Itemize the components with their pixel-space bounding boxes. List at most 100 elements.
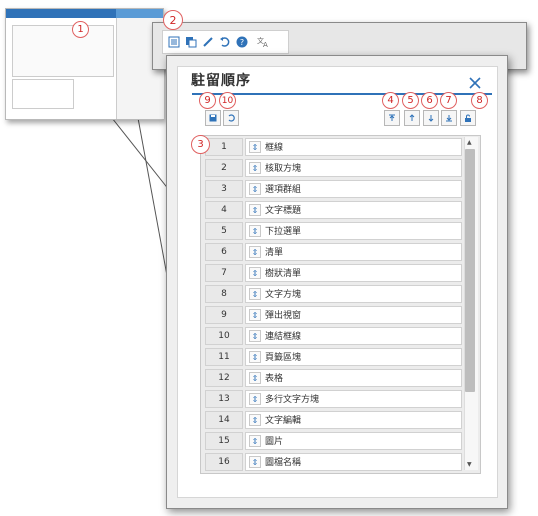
row-number: 7 xyxy=(205,264,243,282)
row-number: 14 xyxy=(205,411,243,429)
list-item[interactable]: 2 ⇕ 核取方塊 xyxy=(203,159,462,177)
row-number: 5 xyxy=(205,222,243,240)
mini-form xyxy=(12,25,114,77)
callout-badge-1: 1 xyxy=(72,21,89,38)
mini-table xyxy=(12,79,74,109)
list-item[interactable]: 3 ⇕ 選項群組 xyxy=(203,180,462,198)
drag-handle-icon[interactable]: ⇕ xyxy=(249,414,261,426)
row-number: 3 xyxy=(205,180,243,198)
row-number: 6 xyxy=(205,243,243,261)
row-label: 文字編輯 xyxy=(265,416,302,426)
drag-handle-icon[interactable]: ⇕ xyxy=(249,309,261,321)
row-label: 樹狀清單 xyxy=(265,269,302,279)
copy-order-icon[interactable] xyxy=(183,34,198,50)
drag-handle-icon[interactable]: ⇕ xyxy=(249,141,261,153)
list-item[interactable]: 15 ⇕ 圖片 xyxy=(203,432,462,450)
row-number: 15 xyxy=(205,432,243,450)
drag-handle-icon[interactable]: ⇕ xyxy=(249,162,261,174)
drag-handle-icon[interactable]: ⇕ xyxy=(249,288,261,300)
list-item[interactable]: 7 ⇕ 樹狀清單 xyxy=(203,264,462,282)
row-number: 1 xyxy=(205,138,243,156)
move-bottom-button[interactable] xyxy=(441,110,457,126)
row-label: 清單 xyxy=(265,248,284,258)
drag-handle-icon[interactable]: ⇕ xyxy=(249,183,261,195)
row-label: 框線 xyxy=(265,143,284,153)
row-number: 2 xyxy=(205,159,243,177)
row-label: 頁籤區塊 xyxy=(265,353,302,363)
callout-badge-4: 4 xyxy=(382,92,399,109)
toolbar: ? 文A xyxy=(162,30,289,54)
row-label: 連結框線 xyxy=(265,332,302,342)
close-icon[interactable] xyxy=(466,74,484,92)
move-down-button[interactable] xyxy=(423,110,439,126)
callout-badge-8: 8 xyxy=(471,92,488,109)
mini-toolbar-bar xyxy=(116,9,163,18)
lock-button[interactable] xyxy=(460,110,476,126)
row-label: 彈出視窗 xyxy=(265,311,302,321)
list-item[interactable]: 13 ⇕ 多行文字方塊 xyxy=(203,390,462,408)
order-list: 1 ⇕ 框線 2 ⇕ 核取方塊 3 ⇕ 選項群組 4 ⇕ 文字標題 5 ⇕ 下拉選單 6 ⇕ 清單 7 ⇕… xyxy=(200,135,481,474)
drag-handle-icon[interactable]: ⇕ xyxy=(249,330,261,342)
list-item[interactable]: 5 ⇕ 下拉選單 xyxy=(203,222,462,240)
row-label: 多行文字方塊 xyxy=(265,395,320,405)
help-icon[interactable]: ? xyxy=(234,34,249,50)
drag-handle-icon[interactable]: ⇕ xyxy=(249,456,261,468)
rotate-icon[interactable] xyxy=(217,34,232,50)
list-item[interactable]: 11 ⇕ 頁籤區塊 xyxy=(203,348,462,366)
order-list-icon[interactable] xyxy=(166,34,181,50)
mini-title-bar xyxy=(6,9,116,18)
drag-handle-icon[interactable]: ⇕ xyxy=(249,435,261,447)
list-item[interactable]: 9 ⇕ 彈出視窗 xyxy=(203,306,462,324)
row-number: 12 xyxy=(205,369,243,387)
row-label: 選項群組 xyxy=(265,185,302,195)
list-item[interactable]: 10 ⇕ 連結框線 xyxy=(203,327,462,345)
callout-badge-3: 3 xyxy=(191,135,210,154)
drag-handle-icon[interactable]: ⇕ xyxy=(249,267,261,279)
row-number: 10 xyxy=(205,327,243,345)
row-label: 圖片 xyxy=(265,437,284,447)
scrollbar-thumb[interactable] xyxy=(465,149,475,392)
row-label: 文字方塊 xyxy=(265,290,302,300)
list-item[interactable]: 12 ⇕ 表格 xyxy=(203,369,462,387)
list-item[interactable]: 6 ⇕ 清單 xyxy=(203,243,462,261)
list-item[interactable]: 14 ⇕ 文字編輯 xyxy=(203,411,462,429)
drag-handle-icon[interactable]: ⇕ xyxy=(249,393,261,405)
save-button[interactable] xyxy=(205,110,221,126)
list-item[interactable]: 4 ⇕ 文字標題 xyxy=(203,201,462,219)
callout-badge-9: 9 xyxy=(199,92,216,109)
svg-text:A: A xyxy=(263,41,268,48)
list-item[interactable]: 8 ⇕ 文字方塊 xyxy=(203,285,462,303)
drag-handle-icon[interactable]: ⇕ xyxy=(249,351,261,363)
scroll-up-icon[interactable]: ▲ xyxy=(467,139,472,146)
drag-handle-icon[interactable]: ⇕ xyxy=(249,372,261,384)
callout-badge-5: 5 xyxy=(402,92,419,109)
move-up-button[interactable] xyxy=(404,110,420,126)
row-number: 16 xyxy=(205,453,243,471)
row-label: 核取方塊 xyxy=(265,164,302,174)
row-number: 13 xyxy=(205,390,243,408)
row-number: 8 xyxy=(205,285,243,303)
svg-text:?: ? xyxy=(239,38,243,47)
row-label: 表格 xyxy=(265,374,284,384)
edit-icon[interactable] xyxy=(200,34,215,50)
row-number: 4 xyxy=(205,201,243,219)
refresh-button[interactable] xyxy=(223,110,239,126)
scroll-down-icon[interactable]: ▼ xyxy=(467,461,472,468)
callout-badge-10: 10 xyxy=(219,92,236,109)
callout-badge-2: 2 xyxy=(163,10,183,30)
row-label: 下拉選單 xyxy=(265,227,302,237)
drag-handle-icon[interactable]: ⇕ xyxy=(249,246,261,258)
row-label: 文字標題 xyxy=(265,206,302,216)
mini-screenshot: 1 xyxy=(5,8,164,120)
callout-badge-7: 7 xyxy=(440,92,457,109)
list-item[interactable]: 16 ⇕ 圖檔名稱 xyxy=(203,453,462,471)
move-top-button[interactable] xyxy=(384,110,400,126)
translate-icon[interactable]: 文A xyxy=(255,34,270,50)
list-item[interactable]: 1 ⇕ 框線 xyxy=(203,138,462,156)
row-number: 11 xyxy=(205,348,243,366)
drag-handle-icon[interactable]: ⇕ xyxy=(249,225,261,237)
row-label: 圖檔名稱 xyxy=(265,458,302,468)
drag-handle-icon[interactable]: ⇕ xyxy=(249,204,261,216)
row-number: 9 xyxy=(205,306,243,324)
callout-badge-6: 6 xyxy=(421,92,438,109)
